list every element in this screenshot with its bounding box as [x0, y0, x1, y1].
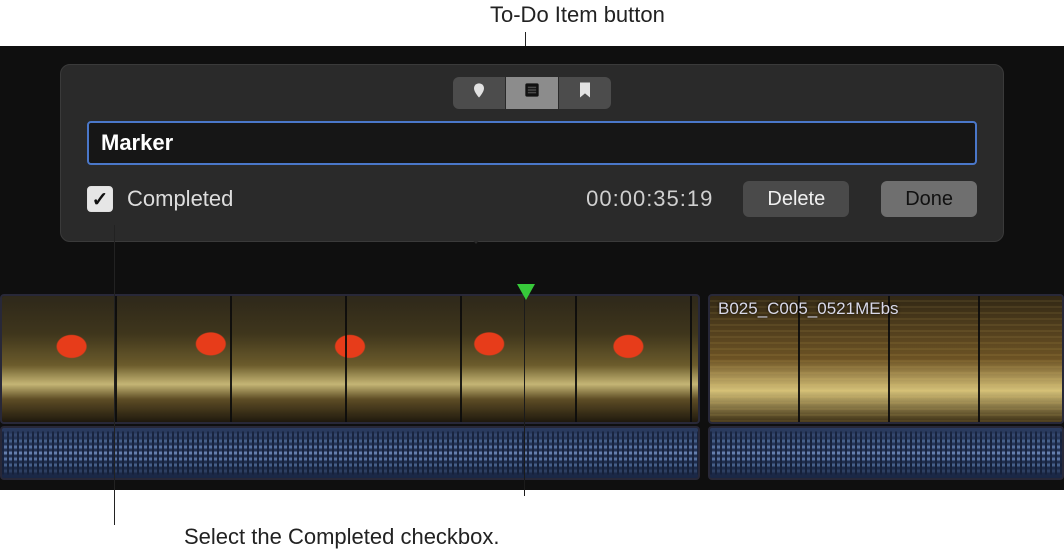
marker-timecode: 00:00:35:19 [586, 186, 713, 212]
audio-waveform [2, 452, 698, 455]
completed-checkbox[interactable]: ✓ [87, 186, 113, 212]
completed-label: Completed [127, 186, 233, 212]
popover-controls-row: ✓ Completed 00:00:35:19 Delete Done [87, 179, 977, 219]
frame-dividers [2, 296, 698, 422]
timeline-clip-2[interactable]: B025_C005_0521MEbs [708, 294, 1064, 424]
marker-name-field[interactable] [87, 121, 977, 165]
popover-arrow [462, 228, 490, 244]
marker-standard-icon [469, 80, 489, 106]
todo-marker-indicator[interactable] [517, 284, 535, 300]
app-viewport: ✓ Completed 00:00:35:19 Delete Done B025… [0, 46, 1064, 490]
timeline-clip-1[interactable] [0, 294, 700, 424]
audio-waveform [710, 452, 1062, 455]
done-button[interactable]: Done [881, 181, 977, 217]
annotation-top: To-Do Item button [490, 2, 665, 28]
checkmark-icon: ✓ [92, 187, 109, 212]
timeline-clip-2-audio[interactable] [708, 426, 1064, 480]
standard-marker-button[interactable] [453, 77, 505, 109]
marker-type-segmented-control [61, 77, 1003, 109]
chapter-marker-button[interactable] [559, 77, 611, 109]
marker-chapter-icon [575, 80, 595, 106]
annotation-bottom: Select the Completed checkbox. [184, 524, 500, 550]
playhead[interactable] [524, 286, 525, 496]
todo-marker-button[interactable] [506, 77, 558, 109]
timeline-clip-1-audio[interactable] [0, 426, 700, 480]
marker-popover: ✓ Completed 00:00:35:19 Delete Done [60, 64, 1004, 242]
annotation-leader-bottom [114, 225, 115, 525]
delete-button[interactable]: Delete [743, 181, 849, 217]
marker-todo-icon [522, 80, 542, 106]
clip-name-label: B025_C005_0521MEbs [718, 299, 899, 319]
